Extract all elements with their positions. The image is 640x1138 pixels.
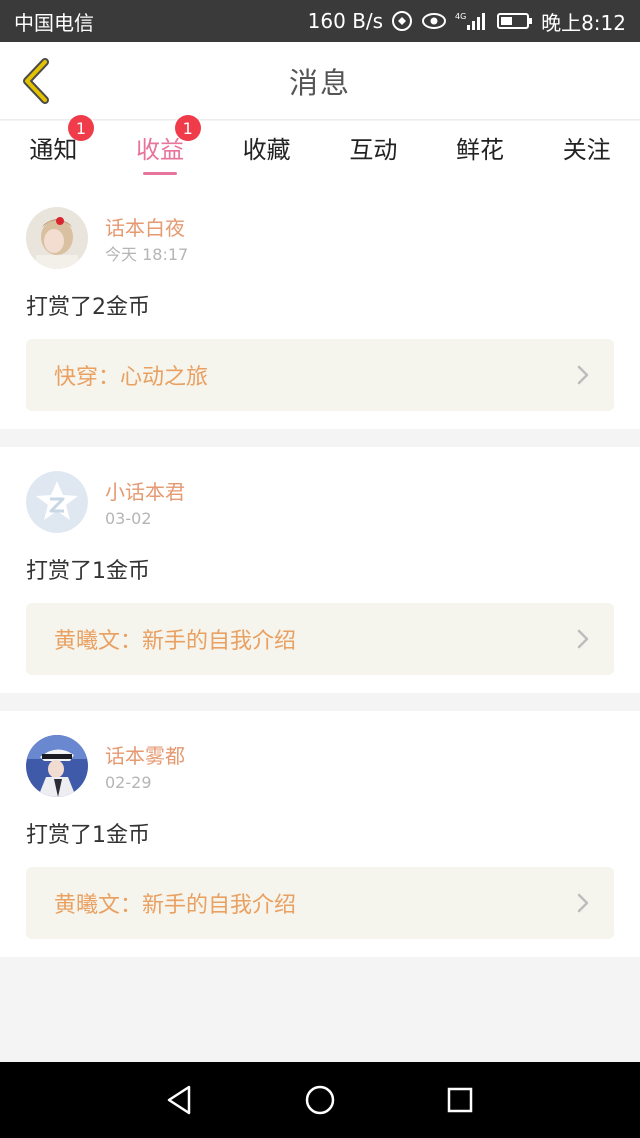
- net-speed: 160 B/s: [307, 9, 384, 33]
- battery-icon: [497, 12, 533, 30]
- eye-icon: [421, 12, 447, 30]
- list-divider: [0, 693, 640, 711]
- username[interactable]: 话本白夜: [105, 215, 188, 241]
- work-title: 黄曦文：新手的自我介绍: [54, 893, 297, 918]
- tab-label: 收藏: [242, 135, 291, 164]
- username[interactable]: 话本雾都: [105, 743, 185, 769]
- header-bar: 消息: [0, 42, 640, 120]
- status-bar: 中国电信 160 B/s 4G 晚上8:12: [0, 0, 640, 42]
- tab-favorites[interactable]: 收藏: [213, 121, 320, 183]
- unread-badge: 1: [174, 115, 201, 141]
- system-nav-bar: [0, 1062, 640, 1138]
- square-recents-icon: [447, 1087, 473, 1113]
- tab-flowers[interactable]: 鲜花: [427, 121, 534, 183]
- circle-home-icon: [305, 1085, 335, 1115]
- work-link[interactable]: 快穿：心动之旅: [26, 339, 614, 411]
- back-button[interactable]: [12, 54, 60, 108]
- nav-back-button[interactable]: [150, 1070, 210, 1130]
- list-item: 小话本君 03-02 打赏了1金币 黄曦文：新手的自我介绍: [0, 447, 640, 693]
- list-item: 话本白夜 今天 18:17 打赏了2金币 快穿：心动之旅: [0, 183, 640, 429]
- message-text: 打赏了2金币: [26, 295, 150, 320]
- carrier-label: 中国电信: [14, 10, 94, 35]
- network-label: 4G: [455, 12, 466, 21]
- timestamp: 今天 18:17: [105, 245, 189, 264]
- list-divider: [0, 429, 640, 447]
- message-list: 话本白夜 今天 18:17 打赏了2金币 快穿：心动之旅 小话本君 03-02: [0, 183, 640, 957]
- avatar[interactable]: [26, 735, 88, 797]
- message-text: 打赏了1金币: [26, 823, 150, 848]
- username[interactable]: 小话本君: [105, 479, 185, 505]
- work-title: 黄曦文：新手的自我介绍: [54, 629, 297, 654]
- tab-label: 鲜花: [456, 135, 505, 164]
- tab-interactions[interactable]: 互动: [320, 121, 427, 183]
- chevron-right-icon: [577, 365, 589, 385]
- tab-notify[interactable]: 通知 1: [0, 115, 107, 183]
- avatar[interactable]: [26, 471, 88, 533]
- tab-earnings[interactable]: 收益 1: [107, 115, 214, 183]
- unread-badge: 1: [68, 115, 94, 141]
- page-title: 消息: [288, 65, 351, 100]
- work-title: 快穿：心动之旅: [54, 365, 209, 390]
- nfc-icon: [391, 10, 413, 32]
- chevron-left-icon: [23, 58, 49, 104]
- active-tab-indicator: [143, 172, 177, 175]
- tab-following[interactable]: 关注: [533, 121, 640, 183]
- timestamp: 03-02: [105, 509, 152, 528]
- tab-label: 关注: [562, 135, 611, 164]
- work-link[interactable]: 黄曦文：新手的自我介绍: [26, 867, 614, 939]
- work-link[interactable]: 黄曦文：新手的自我介绍: [26, 603, 614, 675]
- signal-icon: 4G: [455, 10, 489, 32]
- nav-recents-button[interactable]: [430, 1070, 490, 1130]
- timestamp: 02-29: [105, 773, 152, 792]
- clock: 晚上8:12: [541, 10, 626, 35]
- chevron-right-icon: [577, 893, 589, 913]
- nav-home-button[interactable]: [290, 1070, 350, 1130]
- triangle-back-icon: [167, 1085, 191, 1115]
- tab-bar: 通知 1 收益 1 收藏 互动 鲜花 关注: [0, 115, 640, 183]
- list-item: 话本雾都 02-29 打赏了1金币 黄曦文：新手的自我介绍: [0, 711, 640, 957]
- avatar[interactable]: [26, 207, 88, 269]
- chevron-right-icon: [577, 629, 589, 649]
- tab-label: 互动: [349, 135, 398, 164]
- message-text: 打赏了1金币: [26, 559, 150, 584]
